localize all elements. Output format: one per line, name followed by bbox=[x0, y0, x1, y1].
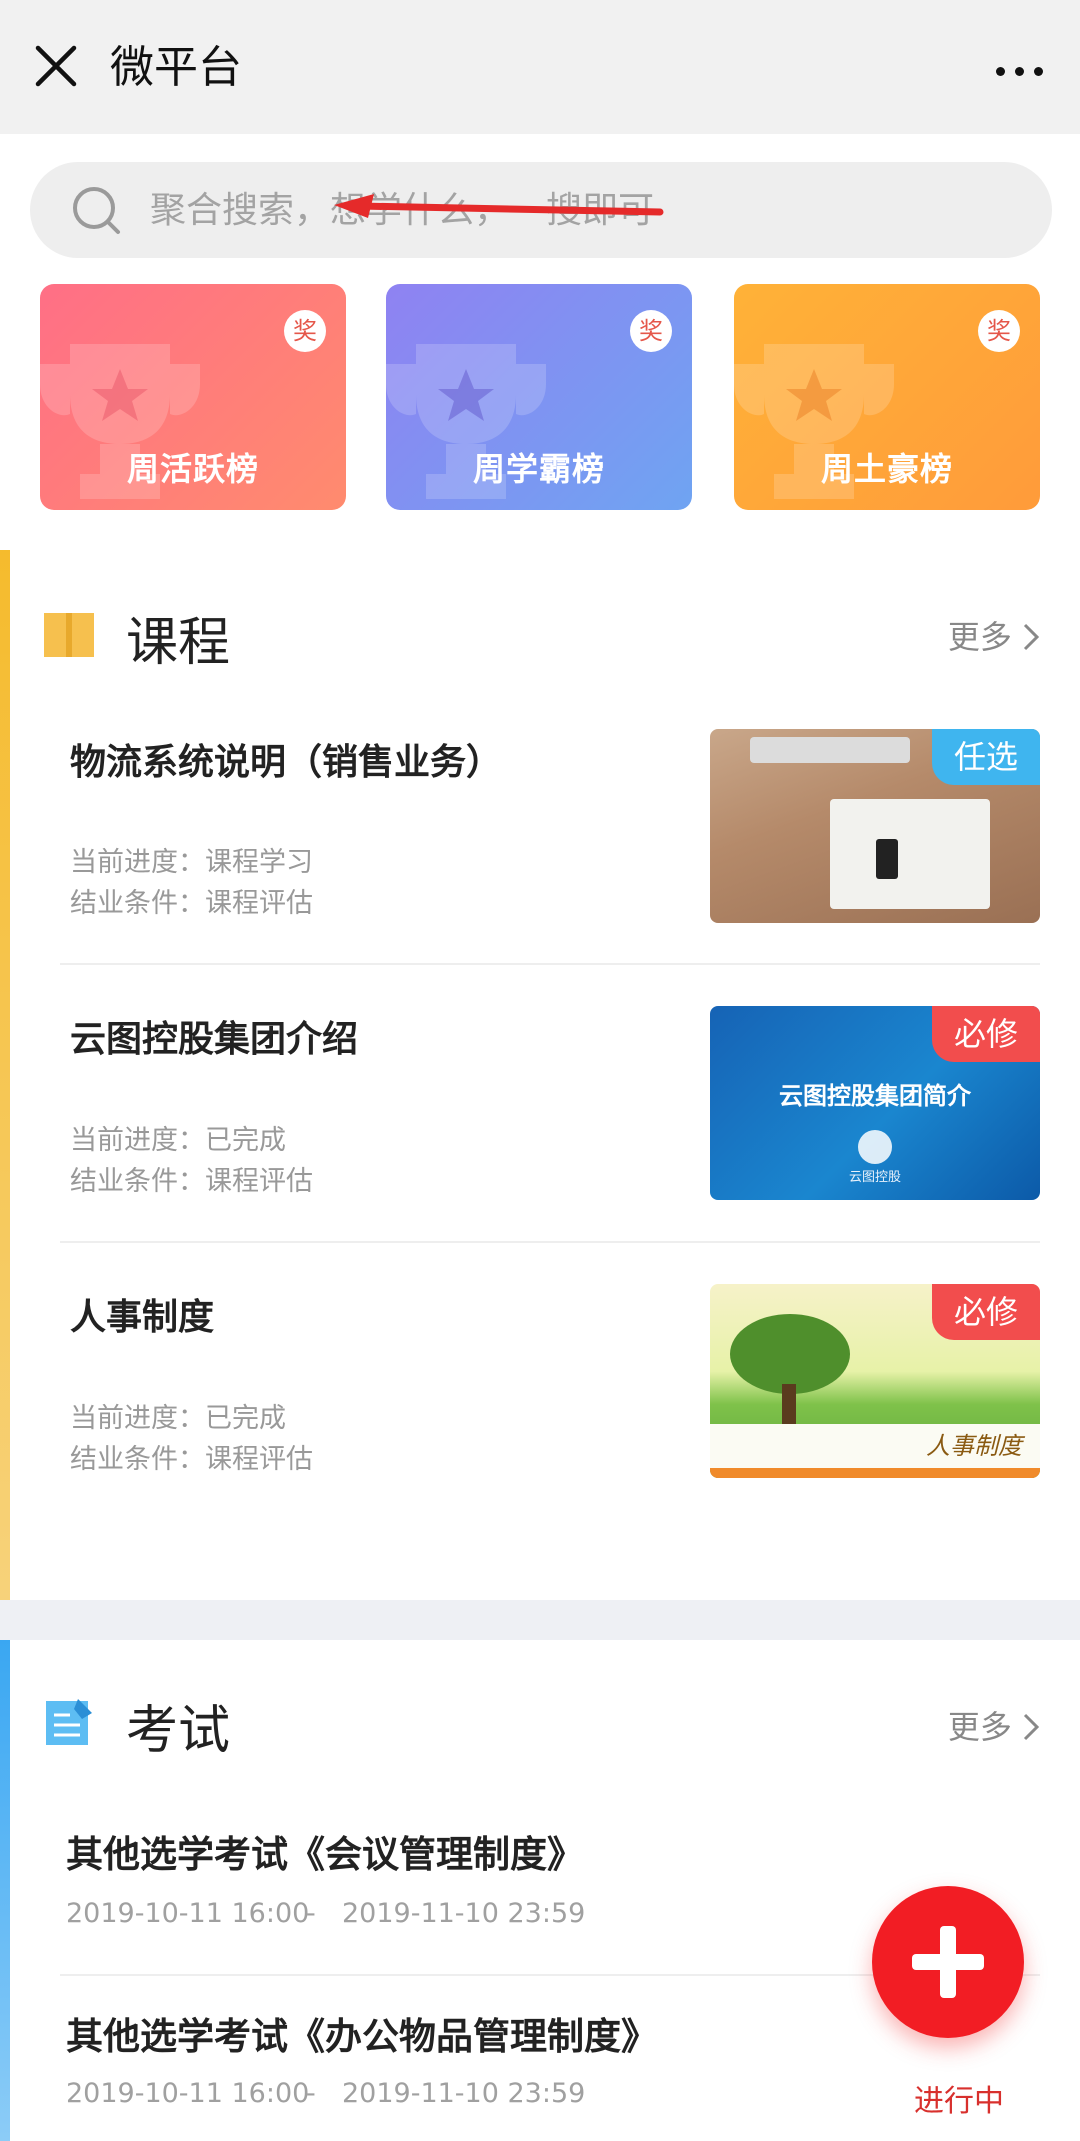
courses-section: 课程 更多 物流系统说明（销售业务） 当前进度：课程学习 结业条件：课程评估 任… bbox=[0, 550, 1080, 1600]
more-dots-icon bbox=[996, 67, 1005, 76]
exam-title[interactable]: 其他选学考试《办公物品管理制度》 bbox=[66, 2006, 658, 2060]
exam-title[interactable]: 其他选学考试《会议管理制度》 bbox=[66, 1824, 584, 1878]
thumb-logo bbox=[858, 1130, 892, 1164]
course-title[interactable]: 云图控股集团介绍 bbox=[70, 1010, 358, 1062]
exam-start: 2019-10-11 16:00 bbox=[66, 1898, 310, 1929]
course-condition: 结业条件：课程评估 bbox=[70, 1444, 313, 1475]
search-icon bbox=[73, 187, 120, 234]
close-button[interactable] bbox=[28, 38, 84, 94]
course-tag: 必修 bbox=[931, 1006, 1040, 1062]
thumb-phone bbox=[876, 839, 898, 879]
course-progress: 当前进度：已完成 bbox=[70, 1403, 286, 1434]
course-thumbnail[interactable]: 人事制度 必修 bbox=[710, 1284, 1040, 1478]
award-label: 周学霸榜 bbox=[472, 450, 605, 488]
exam-dash: - bbox=[306, 2078, 316, 2109]
exam-start: 2019-10-11 16:00 bbox=[66, 2078, 310, 2109]
course-condition: 结业条件：课程评估 bbox=[70, 1166, 313, 1197]
in-progress-label[interactable]: 进行中 bbox=[914, 2076, 1004, 2120]
chevron-right-icon bbox=[1023, 1713, 1040, 1741]
exams-more-link[interactable]: 更多 bbox=[948, 1702, 1040, 1748]
section-title: 课程 bbox=[126, 613, 231, 673]
thumb-laptop bbox=[750, 737, 910, 763]
page-title: 微平台 bbox=[110, 42, 242, 93]
top-bar: 微平台 bbox=[0, 0, 1080, 134]
weekly-tycoon-ranking-card[interactable]: 奖 周土豪榜 bbox=[734, 284, 1040, 510]
thumb-caption: 人事制度 bbox=[926, 1432, 1022, 1460]
section-gap bbox=[0, 1600, 1080, 1640]
course-thumbnail[interactable]: 任选 bbox=[710, 729, 1040, 923]
course-condition: 结业条件：课程评估 bbox=[70, 888, 313, 919]
exams-section: 考试 更多 其他选学考试《会议管理制度》 2019-10-11 16:00 - … bbox=[0, 1640, 1080, 2141]
weekly-active-ranking-card[interactable]: 奖 周活跃榜 bbox=[40, 284, 346, 510]
courses-more-link[interactable]: 更多 bbox=[948, 612, 1040, 658]
weekly-scholar-ranking-card[interactable]: 奖 周学霸榜 bbox=[386, 284, 692, 510]
course-title[interactable]: 物流系统说明（销售业务） bbox=[70, 733, 502, 785]
course-tag: 任选 bbox=[931, 729, 1040, 785]
thumb-strip bbox=[710, 1468, 1040, 1478]
thumb-caption: 云图控股集团简介 bbox=[779, 1082, 971, 1110]
award-badge: 奖 bbox=[630, 310, 672, 352]
course-progress: 当前进度：已完成 bbox=[70, 1125, 286, 1156]
red-arrow-annotation bbox=[334, 194, 664, 218]
section-accent-bar bbox=[0, 1640, 10, 2141]
close-icon bbox=[35, 45, 77, 87]
more-button[interactable] bbox=[984, 38, 1056, 98]
section-title: 考试 bbox=[126, 1701, 231, 1761]
section-accent-bar bbox=[0, 550, 10, 1600]
divider bbox=[60, 1241, 1040, 1243]
course-tag: 必修 bbox=[931, 1284, 1040, 1340]
course-title[interactable]: 人事制度 bbox=[70, 1288, 214, 1340]
award-label: 周活跃榜 bbox=[126, 450, 259, 488]
book-icon bbox=[44, 613, 94, 657]
divider bbox=[60, 963, 1040, 965]
add-button[interactable] bbox=[872, 1886, 1024, 2038]
exam-icon bbox=[46, 1699, 92, 1745]
exam-end: 2019-11-10 23:59 bbox=[342, 1898, 586, 1929]
exam-dash: - bbox=[306, 1898, 316, 1929]
course-thumbnail[interactable]: 云图控股集团简介 云图控股 必修 bbox=[710, 1006, 1040, 1200]
thumb-logo-text: 云图控股 bbox=[848, 1170, 901, 1185]
award-badge: 奖 bbox=[284, 310, 326, 352]
thumb-tree-crown bbox=[730, 1314, 850, 1394]
exam-end: 2019-11-10 23:59 bbox=[342, 2078, 586, 2109]
award-badge: 奖 bbox=[978, 310, 1020, 352]
chevron-right-icon bbox=[1023, 623, 1040, 651]
thumb-paper bbox=[830, 799, 990, 909]
course-progress: 当前进度：课程学习 bbox=[70, 847, 313, 878]
award-label: 周土豪榜 bbox=[820, 450, 953, 488]
